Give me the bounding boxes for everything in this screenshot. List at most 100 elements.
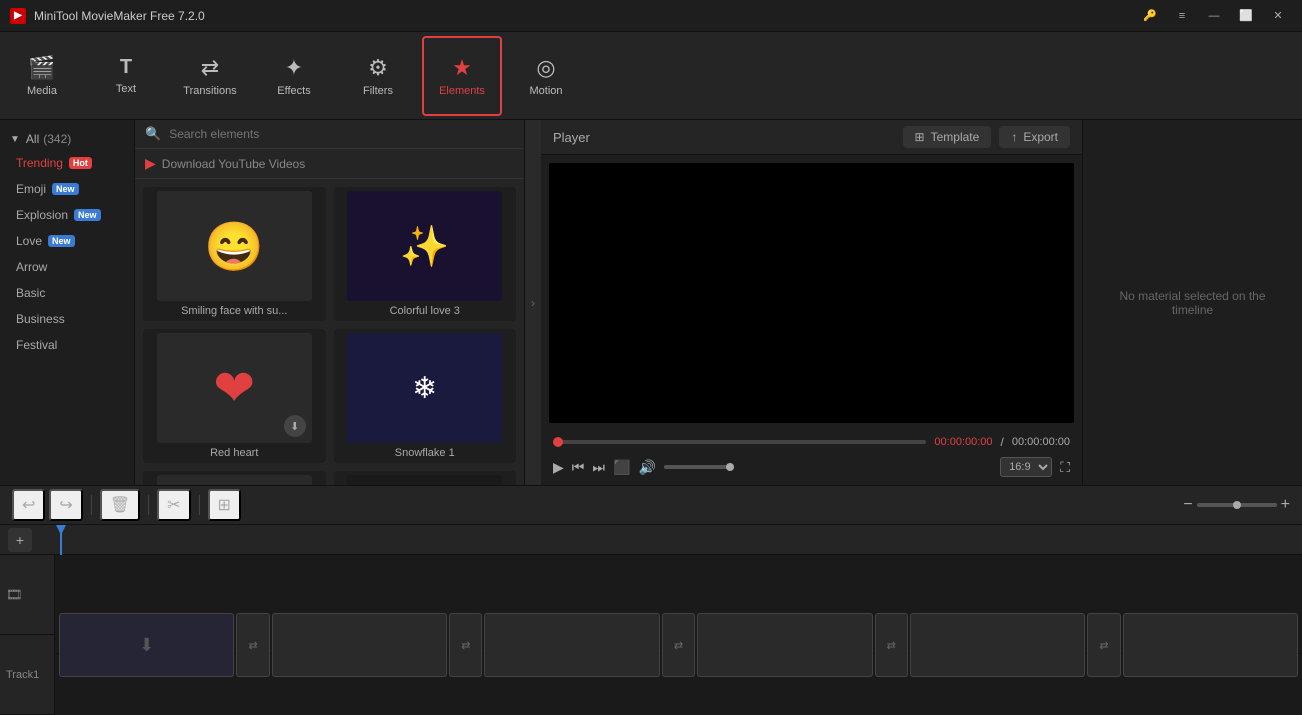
sidebar-item-emoji[interactable]: Emoji New xyxy=(0,176,134,202)
effects-icon: ✦ xyxy=(285,55,303,81)
element-thumb-red-heart: ❤ ⬇ xyxy=(157,333,312,443)
progress-dot xyxy=(553,437,563,447)
timeline-main-clip[interactable]: ⬇ xyxy=(59,613,234,677)
colorful-love-label: Colorful love 3 xyxy=(390,305,460,317)
sidebar-item-love[interactable]: Love New xyxy=(0,228,134,254)
toolbar-filters-label: Filters xyxy=(363,85,393,97)
timeline-transition-2[interactable] xyxy=(272,613,447,677)
crop-button[interactable]: ⊞ xyxy=(208,489,241,521)
play-button[interactable]: ▶ xyxy=(553,459,564,476)
fullscreen-button[interactable]: ⛶ xyxy=(1060,459,1070,476)
sidebar-item-trending[interactable]: Trending Hot xyxy=(0,150,134,176)
elements-grid: 😄 Smiling face with su... ✨ Colorful lov… xyxy=(135,179,524,485)
motion-icon: ◎ xyxy=(536,55,555,81)
element-card-arrow5[interactable]: ⬇ Arrow 5 xyxy=(334,471,517,485)
transition-1-icon: ⇄ xyxy=(248,639,257,652)
toolbar-text-label: Text xyxy=(116,83,136,95)
toolbar-effects[interactable]: ✦ Effects xyxy=(254,36,334,116)
toolbar-filters[interactable]: ⚙ Filters xyxy=(338,36,418,116)
love-badge: New xyxy=(48,235,75,247)
timeline-transition-5[interactable]: ⇄ xyxy=(662,613,695,677)
element-card-snowflake[interactable]: ❄ Snowflake 1 xyxy=(334,329,517,463)
add-track-button[interactable]: + xyxy=(8,528,32,552)
export-button[interactable]: ↑ Export xyxy=(999,126,1070,148)
expand-panel-button[interactable]: › xyxy=(525,120,541,485)
timeline-transition-4[interactable] xyxy=(484,613,659,677)
zoom-slider[interactable] xyxy=(1197,503,1277,507)
element-card-colorful-love[interactable]: ✨ Colorful love 3 xyxy=(334,187,517,321)
close-button[interactable]: ✕ xyxy=(1264,5,1292,27)
undo-button[interactable]: ↩ xyxy=(12,489,45,521)
timeline-transition-7[interactable]: ⇄ xyxy=(875,613,908,677)
timeline-cursor xyxy=(60,525,62,555)
youtube-download-bar[interactable]: ▶ Download YouTube Videos xyxy=(135,149,524,179)
element-card-great[interactable]: 👍 ⬇ Great xyxy=(143,471,326,485)
time-total: 00:00:00:00 xyxy=(1012,436,1070,448)
volume-icon[interactable]: 🔊 xyxy=(638,459,655,476)
redo-button[interactable]: ↪ xyxy=(49,489,82,521)
minimize-button[interactable]: — xyxy=(1200,5,1228,27)
heart-icon: ❤ xyxy=(213,359,255,417)
toolbar-effects-label: Effects xyxy=(277,85,310,97)
key-icon: 🔑 xyxy=(1136,5,1164,27)
timeline-transition-10[interactable] xyxy=(1123,613,1298,677)
element-card-smiling-face[interactable]: 😄 Smiling face with su... xyxy=(143,187,326,321)
element-thumb-snowflake: ❄ xyxy=(347,333,502,443)
sidebar-item-business[interactable]: Business xyxy=(0,306,134,332)
no-material-text: No material selected on the timeline xyxy=(1099,289,1286,317)
toolbar-media[interactable]: 🎬 Media xyxy=(2,36,82,116)
stop-button[interactable]: ⬛ xyxy=(613,459,630,476)
menu-icon[interactable]: ≡ xyxy=(1168,5,1196,27)
next-button[interactable]: ⏭ xyxy=(592,459,605,476)
timeline-header: + xyxy=(0,525,1302,555)
youtube-label: Download YouTube Videos xyxy=(162,157,305,171)
timeline-transition-6[interactable] xyxy=(697,613,872,677)
toolbar-elements[interactable]: ★ Elements xyxy=(422,36,502,116)
export-icon: ↑ xyxy=(1011,130,1017,144)
toolbar-text[interactable]: T Text xyxy=(86,36,166,116)
zoom-out-button[interactable]: − xyxy=(1183,496,1192,514)
snowflake-bg: ❄ xyxy=(347,333,502,443)
arrow-label: Arrow xyxy=(16,260,47,274)
template-button[interactable]: ⊞ Template xyxy=(903,126,992,148)
progress-bar-container: 00:00:00:00 / 00:00:00:00 xyxy=(553,435,1070,449)
time-current: 00:00:00:00 xyxy=(934,436,992,448)
delete-button[interactable]: 🗑 xyxy=(100,489,140,521)
red-heart-download-button[interactable]: ⬇ xyxy=(284,415,306,437)
left-panel: ▼ All (342) Trending Hot Emoji New Explo… xyxy=(0,120,135,485)
search-input[interactable] xyxy=(169,127,514,141)
toolbar-transitions-label: Transitions xyxy=(183,85,236,97)
youtube-icon: ▶ xyxy=(145,155,156,172)
volume-slider[interactable] xyxy=(664,465,734,469)
timeline-transition-3[interactable]: ⇄ xyxy=(449,613,482,677)
restore-button[interactable]: ⬜ xyxy=(1232,5,1260,27)
colorful-love-icon: ✨ xyxy=(400,223,450,270)
player-controls: 00:00:00:00 / 00:00:00:00 ▶ ⏮ ⏭ ⬛ 🔊 16:9… xyxy=(541,431,1082,485)
timeline-transition-9[interactable]: ⇄ xyxy=(1087,613,1120,677)
aspect-ratio-select[interactable]: 16:9 9:16 1:1 xyxy=(1000,457,1052,477)
toolbar-separator-2 xyxy=(148,495,149,515)
timeline-transition-8[interactable] xyxy=(910,613,1085,677)
progress-bar[interactable] xyxy=(553,440,926,444)
toolbar-motion[interactable]: ◎ Motion xyxy=(506,36,586,116)
all-label: All xyxy=(26,132,39,146)
transition-3-icon: ⇄ xyxy=(461,639,470,652)
timeline-transition-1[interactable]: ⇄ xyxy=(236,613,269,677)
element-card-red-heart[interactable]: ❤ ⬇ Red heart xyxy=(143,329,326,463)
sidebar-item-festival[interactable]: Festival xyxy=(0,332,134,358)
zoom-in-button[interactable]: + xyxy=(1281,496,1290,514)
all-categories-header[interactable]: ▼ All (342) xyxy=(0,128,134,150)
element-thumb-great: 👍 ⬇ xyxy=(157,475,312,485)
sidebar-item-explosion[interactable]: Explosion New xyxy=(0,202,134,228)
toolbar-motion-label: Motion xyxy=(529,85,562,97)
elements-icon: ★ xyxy=(452,55,472,81)
toolbar-transitions[interactable]: ⇄ Transitions xyxy=(170,36,250,116)
basic-label: Basic xyxy=(16,286,45,300)
player-area: Player ⊞ Template ↑ Export 00:00:00:00 /… xyxy=(541,120,1082,485)
template-icon: ⊞ xyxy=(915,130,925,144)
festival-label: Festival xyxy=(16,338,57,352)
prev-button[interactable]: ⏮ xyxy=(572,459,585,476)
sidebar-item-arrow[interactable]: Arrow xyxy=(0,254,134,280)
sidebar-item-basic[interactable]: Basic xyxy=(0,280,134,306)
cut-button[interactable]: ✂ xyxy=(157,489,190,521)
